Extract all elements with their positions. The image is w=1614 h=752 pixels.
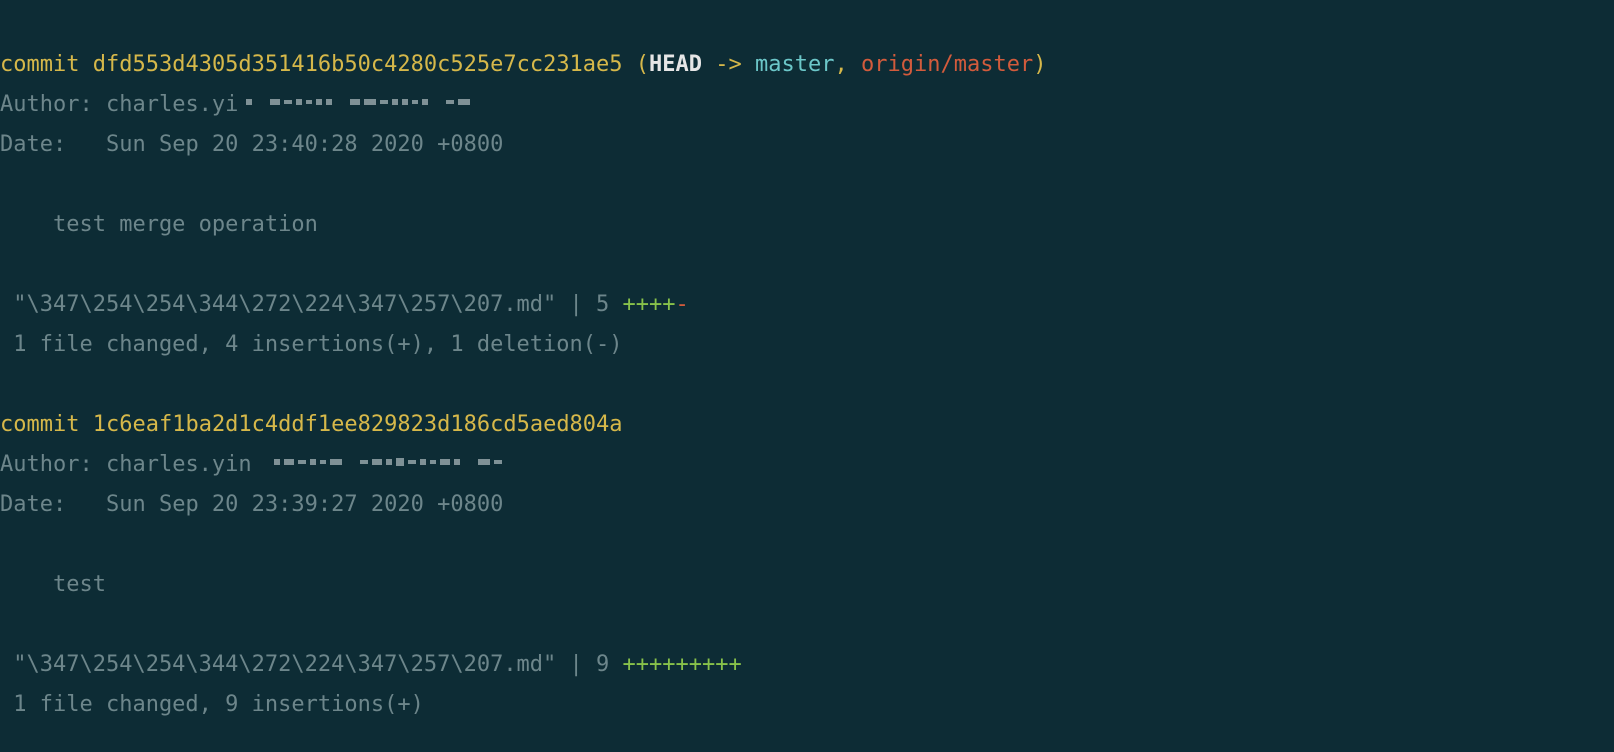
redacted-email-icon — [260, 458, 506, 466]
terminal-output: commit dfd553d4305d351416b50c4280c525e7c… — [0, 0, 1614, 725]
date-label: Date: — [0, 132, 106, 157]
date-value: Sun Sep 20 23:40:28 2020 +0800 — [106, 132, 503, 157]
diffstat-summary: 1 file changed, 9 insertions(+) — [0, 692, 424, 717]
diffstat-file: "\347\254\254\344\272\224\347\257\207.md… — [0, 292, 623, 317]
remote-branch: origin/master — [861, 52, 1033, 77]
author-label: Author: — [0, 452, 106, 477]
commit-label: commit — [0, 52, 79, 77]
arrow: -> — [702, 52, 755, 77]
head-ref: HEAD — [649, 52, 702, 77]
diffstat-plus: +++++++++ — [623, 652, 742, 677]
date-value: Sun Sep 20 23:39:27 2020 +0800 — [106, 492, 503, 517]
local-branch: master — [755, 52, 834, 77]
refs-sep: , — [835, 52, 862, 77]
diffstat-file: "\347\254\254\344\272\224\347\257\207.md… — [0, 652, 623, 677]
refs-close: ) — [1033, 52, 1046, 77]
diffstat-summary: 1 file changed, 4 insertions(+), 1 delet… — [0, 332, 623, 357]
author-name: charles.yi — [106, 92, 238, 117]
diffstat-minus: - — [676, 292, 689, 317]
commit-message: test merge operation — [0, 212, 318, 237]
commit-message: test — [0, 572, 106, 597]
redacted-email-icon — [246, 99, 474, 105]
commit-label: commit — [0, 412, 79, 437]
author-label: Author: — [0, 92, 106, 117]
date-label: Date: — [0, 492, 106, 517]
commit-hash: 1c6eaf1ba2d1c4ddf1ee829823d186cd5aed804a — [93, 412, 623, 437]
author-name: charles.yin — [106, 452, 252, 477]
commit-hash: dfd553d4305d351416b50c4280c525e7cc231ae5 — [93, 52, 623, 77]
refs-open: ( — [623, 52, 650, 77]
diffstat-plus: ++++ — [623, 292, 676, 317]
